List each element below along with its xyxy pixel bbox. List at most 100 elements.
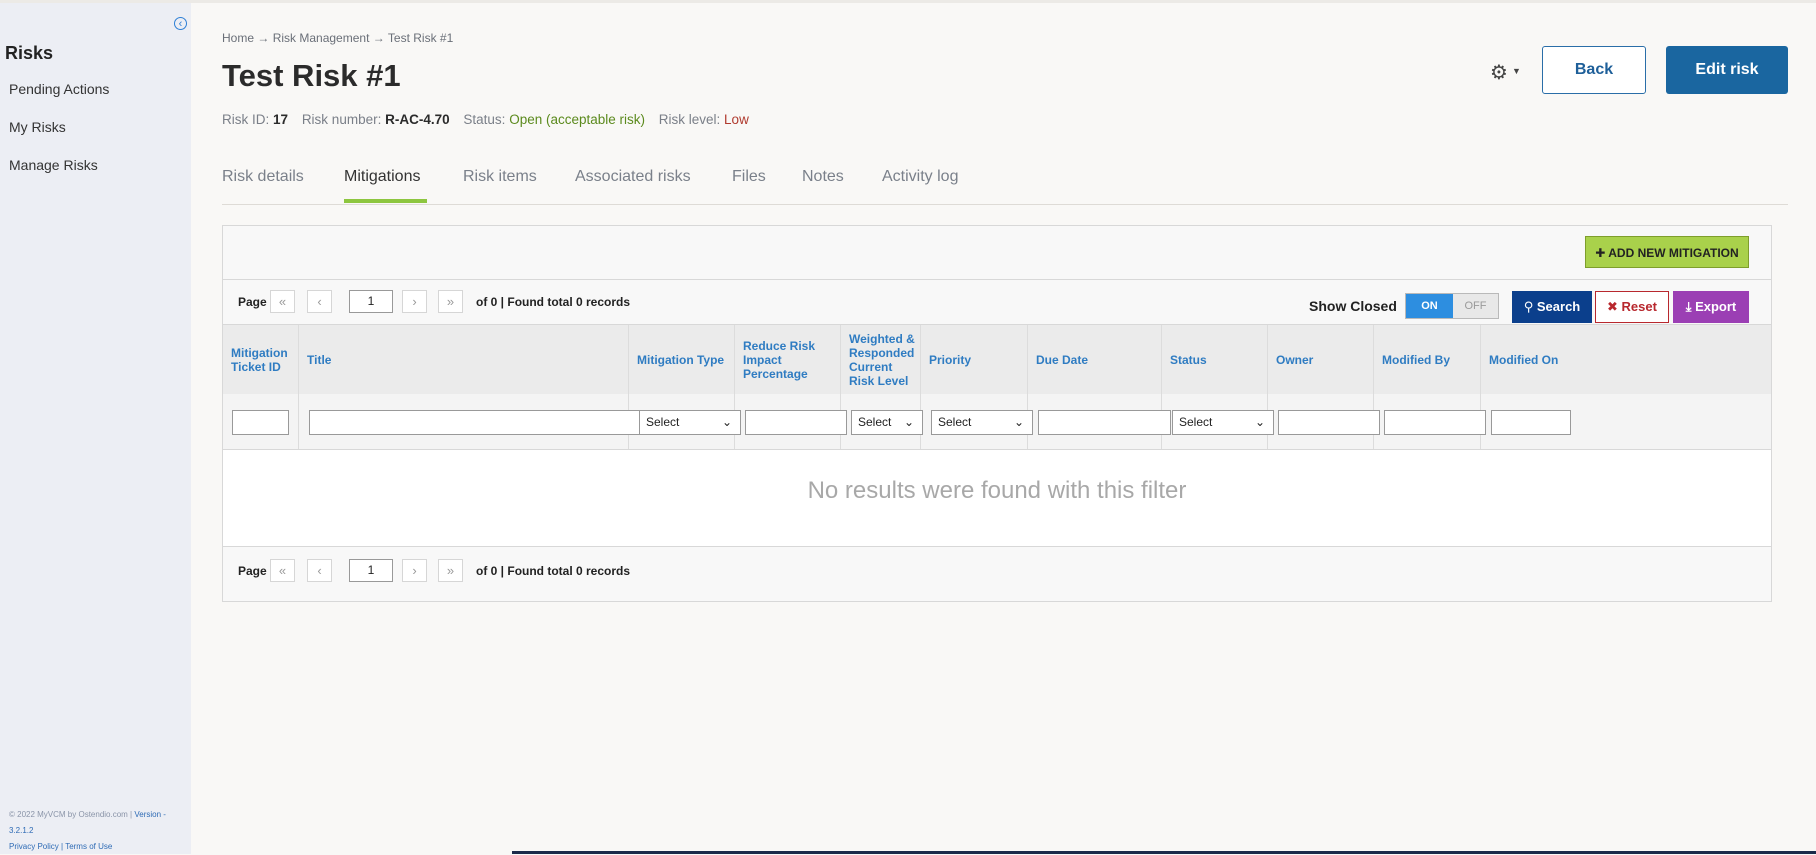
ticket-id-filter-input[interactable] (232, 410, 289, 435)
tab-activity-log[interactable]: Activity log (882, 168, 958, 186)
edit-risk-button[interactable]: Edit risk (1666, 46, 1788, 94)
pager-info: of 0 | Found total 0 records (476, 564, 631, 578)
first-page-button[interactable]: « (270, 290, 295, 313)
filter-cell: Select ⌄ (629, 394, 741, 449)
tab-notes[interactable]: Notes (802, 168, 844, 186)
chevron-down-icon: ⌄ (721, 415, 732, 429)
reset-button-label: Reset (1621, 299, 1657, 314)
back-button[interactable]: Back (1542, 46, 1646, 94)
footer-separator: | (61, 842, 64, 851)
column-header: Modified By (1382, 352, 1450, 367)
risk-id-value: 17 (273, 112, 289, 127)
weighted-level-select[interactable]: Select ⌄ (851, 410, 923, 435)
reset-button[interactable]: ✖ Reset (1595, 291, 1669, 323)
due-date-filter-input[interactable] (1038, 410, 1171, 435)
tab-mitigations[interactable]: Mitigations (344, 168, 420, 186)
toggle-on[interactable]: ON (1406, 294, 1453, 318)
column-header: Weighted & Responded Current Risk Level (849, 331, 915, 388)
col-header-status[interactable]: Status (1162, 325, 1268, 394)
collapse-sidebar-icon[interactable]: ‹ (174, 17, 187, 30)
sidebar-item-pending-actions[interactable]: Pending Actions (9, 81, 109, 97)
next-page-button[interactable]: › (402, 290, 427, 313)
next-page-button[interactable]: › (402, 559, 427, 582)
pager-top: Page « ‹ 1 › » of 0 | Found total 0 reco… (223, 280, 923, 324)
toggle-off[interactable]: OFF (1453, 294, 1498, 318)
terms-of-use-link[interactable]: Terms of Use (65, 842, 112, 851)
col-header-ticket-id[interactable]: Mitigation Ticket ID (223, 325, 299, 394)
risk-level-value: Low (724, 112, 749, 127)
col-header-mitigation-type[interactable]: Mitigation Type (629, 325, 735, 394)
sidebar: ‹ Risks Pending Actions My Risks Manage … (0, 3, 191, 854)
sidebar-footer: © 2022 MyVCM by Ostendio.com | Version -… (9, 807, 179, 855)
col-header-reduce-risk[interactable]: Reduce Risk Impact Percentage (735, 325, 841, 394)
risk-meta: Risk ID: 17 Risk number: R-AC-4.70 Statu… (222, 112, 749, 127)
priority-select[interactable]: Select ⌄ (931, 410, 1033, 435)
col-header-priority[interactable]: Priority (921, 325, 1028, 394)
filter-cell: Select ⌄ (1162, 394, 1274, 449)
column-header: Due Date (1036, 352, 1089, 367)
risk-id-label: Risk ID: (222, 112, 270, 127)
close-icon: ✖ (1607, 299, 1618, 314)
reduce-risk-filter-input[interactable] (745, 410, 847, 435)
filter-cell (223, 394, 299, 449)
search-button[interactable]: ⚲ Search (1512, 291, 1592, 323)
add-new-mitigation-label: ADD NEW MITIGATION (1608, 246, 1739, 260)
tab-files[interactable]: Files (732, 168, 766, 186)
chevron-down-icon: ⌄ (1013, 415, 1024, 429)
breadcrumb: Home → Risk Management → Test Risk #1 (222, 31, 453, 45)
show-closed-toggle[interactable]: ON OFF (1405, 293, 1499, 319)
first-page-button[interactable]: « (270, 559, 295, 582)
filter-cell (1268, 394, 1380, 449)
page-label: Page (238, 295, 267, 309)
export-button[interactable]: ⤓ Export (1673, 291, 1749, 323)
col-header-modified-by[interactable]: Modified By (1374, 325, 1481, 394)
title-filter-input[interactable] (309, 410, 670, 435)
status-value: Open (acceptable risk) (509, 112, 645, 127)
gear-icon[interactable]: ⚙ (1490, 60, 1508, 85)
copyright-text: © 2022 MyVCM by Ostendio.com | (9, 810, 133, 819)
filter-cell (1028, 394, 1171, 449)
empty-message: No results were found with this filter (807, 477, 1187, 504)
owner-filter-input[interactable] (1278, 410, 1380, 435)
col-header-title[interactable]: Title (299, 325, 629, 394)
sidebar-item-manage-risks[interactable]: Manage Risks (9, 157, 98, 173)
status-select[interactable]: Select ⌄ (1172, 410, 1274, 435)
modified-on-filter-input[interactable] (1491, 410, 1571, 435)
col-header-weighted-level[interactable]: Weighted & Responded Current Risk Level (841, 325, 921, 394)
col-header-due-date[interactable]: Due Date (1028, 325, 1162, 394)
table-header: Mitigation Ticket ID Title Mitigation Ty… (223, 324, 1771, 395)
col-header-owner[interactable]: Owner (1268, 325, 1374, 394)
col-header-modified-on[interactable]: Modified On (1481, 325, 1571, 394)
mitigation-type-select[interactable]: Select ⌄ (639, 410, 741, 435)
last-page-button[interactable]: » (438, 290, 463, 313)
prev-page-button[interactable]: ‹ (307, 290, 332, 313)
tab-associated-risks[interactable]: Associated risks (575, 168, 691, 186)
search-icon: ⚲ (1523, 299, 1534, 314)
empty-results: No results were found with this filter (223, 450, 1771, 547)
tab-risk-details[interactable]: Risk details (222, 168, 304, 186)
page-number-input[interactable]: 1 (349, 290, 393, 313)
breadcrumb-arrow: → (257, 31, 270, 45)
show-closed-label: Show Closed (1309, 298, 1397, 314)
filter-cell: Select ⌄ (841, 394, 923, 449)
last-page-button[interactable]: » (438, 559, 463, 582)
breadcrumb-arrow: → (372, 31, 385, 45)
select-value: Select (1179, 415, 1213, 429)
page-label: Page (238, 564, 267, 578)
add-new-mitigation-button[interactable]: ✚ ADD NEW MITIGATION (1585, 236, 1749, 268)
sidebar-item-my-risks[interactable]: My Risks (9, 119, 66, 135)
column-header: Title (307, 352, 332, 367)
prev-page-button[interactable]: ‹ (307, 559, 332, 582)
privacy-policy-link[interactable]: Privacy Policy (9, 842, 59, 851)
tab-risk-items[interactable]: Risk items (463, 168, 537, 186)
chevron-down-icon: ⌄ (1254, 415, 1265, 429)
page-number-input[interactable]: 1 (349, 559, 393, 582)
pager-bottom: Page « ‹ 1 › » of 0 | Found total 0 reco… (223, 549, 923, 593)
breadcrumb-home[interactable]: Home (222, 31, 254, 45)
chevron-down-icon[interactable]: ▼ (1512, 66, 1521, 76)
select-value: Select (646, 415, 680, 429)
search-button-label: Search (1536, 299, 1581, 314)
breadcrumb-risk-management[interactable]: Risk Management (273, 31, 370, 45)
column-header: Modified On (1489, 352, 1559, 367)
modified-by-filter-input[interactable] (1384, 410, 1486, 435)
